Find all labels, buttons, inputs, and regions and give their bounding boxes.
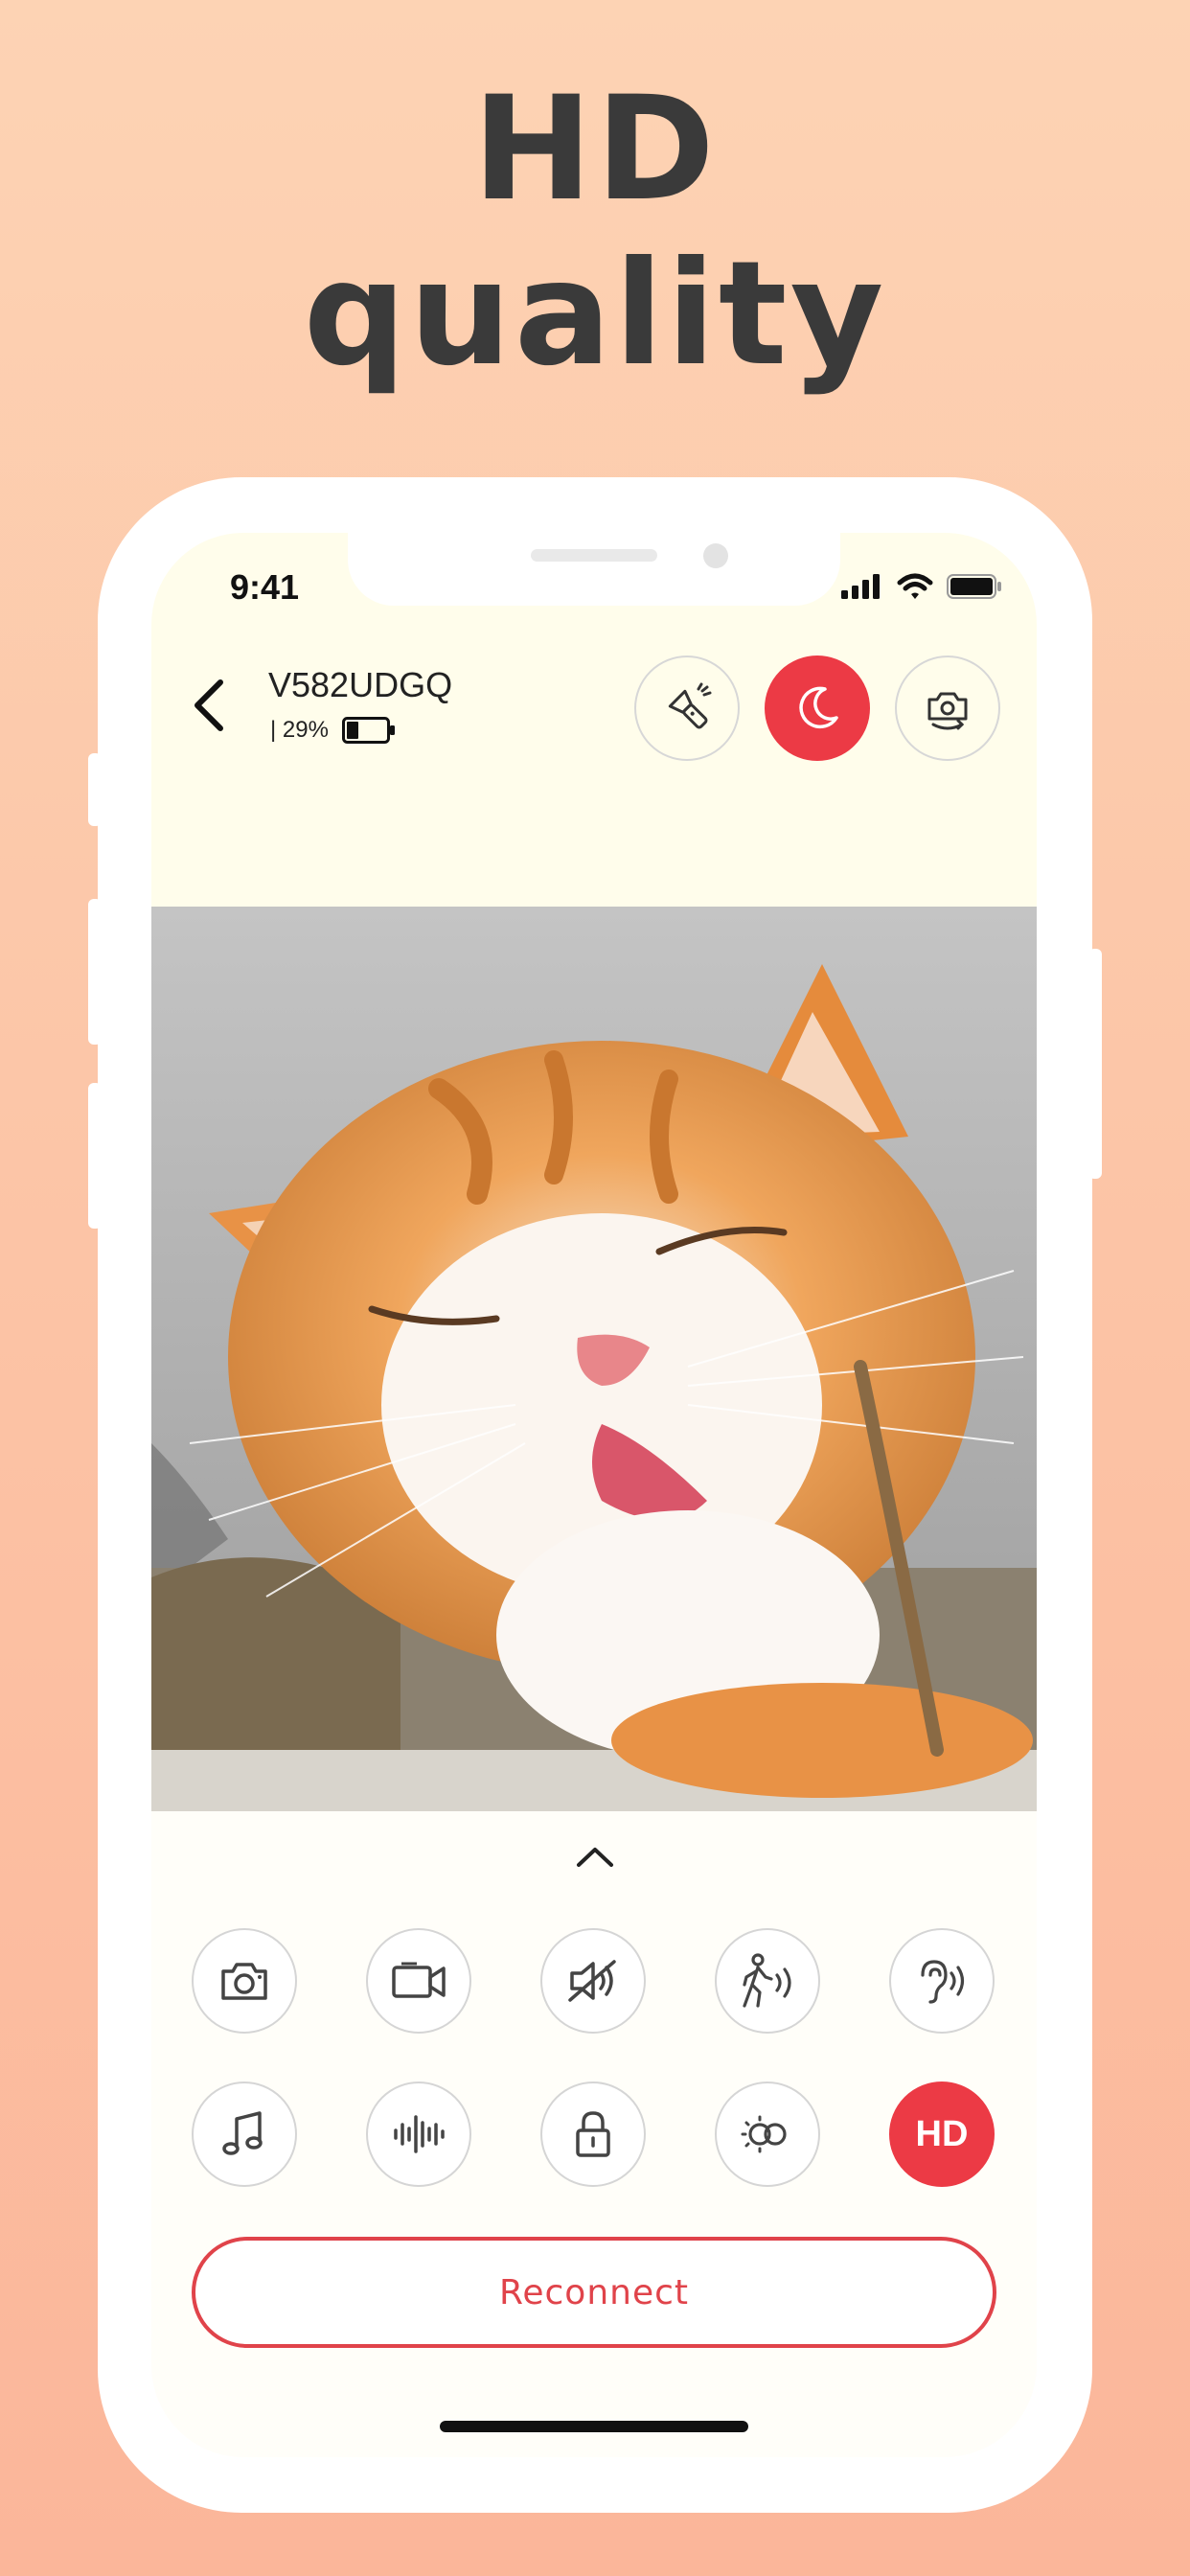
cellular-icon bbox=[841, 574, 880, 599]
snapshot-button[interactable] bbox=[192, 1928, 297, 2034]
listen-button[interactable] bbox=[889, 1928, 995, 2034]
phone-frame: 9:41 V582UDGQ | 29% HD Reconnect bbox=[98, 477, 1092, 2513]
status-time: 9:41 bbox=[230, 567, 300, 607]
headline-line-2: quality bbox=[303, 231, 887, 398]
speaker-grille bbox=[531, 549, 657, 562]
battery-percent: | 29% bbox=[270, 717, 329, 743]
back-button[interactable] bbox=[186, 677, 234, 734]
lullaby-button[interactable] bbox=[192, 2082, 297, 2187]
status-icons bbox=[841, 573, 1002, 600]
camera-icon bbox=[221, 1963, 267, 2000]
brightness-icon bbox=[741, 2115, 787, 2153]
motion-detect-icon bbox=[743, 1953, 791, 2008]
switch-camera-icon bbox=[927, 692, 968, 730]
switch-camera-button[interactable] bbox=[895, 656, 1000, 761]
record-video-button[interactable] bbox=[366, 1928, 471, 2034]
device-battery: | 29% bbox=[270, 717, 396, 744]
mute-button[interactable] bbox=[540, 1928, 646, 2034]
night-mode-button[interactable] bbox=[765, 656, 870, 761]
headline-line-1: HD bbox=[471, 66, 719, 233]
device-battery-icon bbox=[341, 717, 395, 744]
flashlight-button[interactable] bbox=[634, 656, 740, 761]
camera-feed[interactable] bbox=[151, 907, 1037, 1811]
expand-controls-button[interactable] bbox=[573, 1842, 617, 1871]
brightness-button[interactable] bbox=[715, 2082, 820, 2187]
lock-button[interactable] bbox=[540, 2082, 646, 2187]
flashlight-icon bbox=[668, 682, 712, 729]
audio-wave-button[interactable] bbox=[366, 2082, 471, 2187]
notch bbox=[348, 533, 840, 606]
listen-icon bbox=[921, 1960, 965, 2004]
home-indicator[interactable] bbox=[440, 2421, 748, 2432]
lock-icon bbox=[576, 2111, 610, 2157]
camera-feed-image bbox=[151, 907, 1037, 1811]
music-icon bbox=[222, 2111, 263, 2155]
night-mode-icon bbox=[799, 686, 838, 729]
phone-screen: 9:41 V582UDGQ | 29% HD Reconnect bbox=[151, 533, 1037, 2457]
wifi-icon bbox=[897, 573, 933, 599]
battery-icon bbox=[947, 574, 1001, 599]
video-record-icon bbox=[392, 1962, 446, 1998]
hd-toggle[interactable]: HD bbox=[889, 2082, 995, 2187]
mute-speaker-icon bbox=[568, 1960, 616, 2002]
reconnect-button[interactable]: Reconnect bbox=[192, 2237, 996, 2348]
device-name: V582UDGQ bbox=[268, 665, 453, 704]
headline: HD quality bbox=[0, 67, 1190, 397]
hd-label: HD bbox=[915, 2113, 969, 2154]
audio-wave-icon bbox=[394, 2115, 445, 2153]
front-camera bbox=[703, 543, 728, 568]
motion-detection-button[interactable] bbox=[715, 1928, 820, 2034]
